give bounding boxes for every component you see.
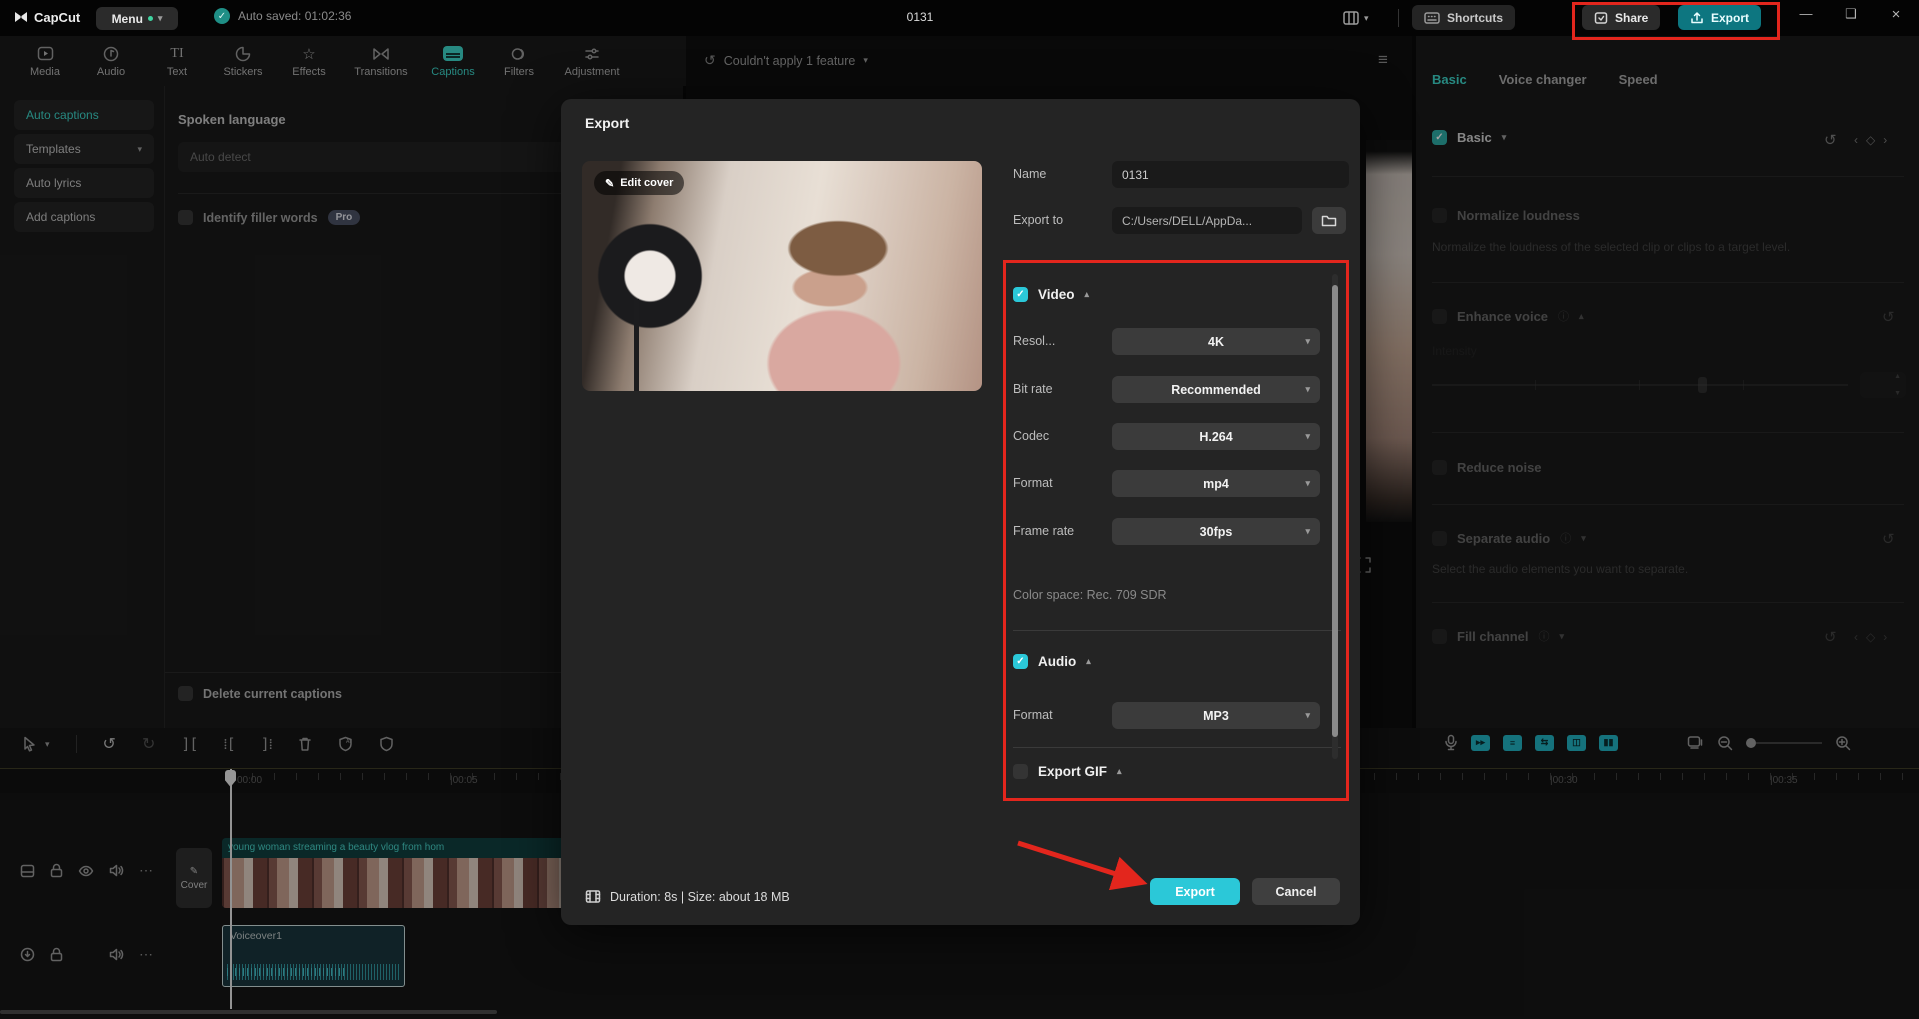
project-title: 0131 <box>906 10 934 24</box>
export-gif-label: Export GIF <box>1038 764 1108 779</box>
audio-section-label: Audio <box>1038 654 1077 669</box>
layout-panels-icon[interactable] <box>1342 9 1360 27</box>
chevron-down-icon: ▾ <box>1305 710 1310 720</box>
cancel-button[interactable]: Cancel <box>1252 878 1340 905</box>
autosave-status: ✓ Auto saved: 01:02:36 <box>214 8 351 24</box>
ringlight-stand <box>634 299 639 391</box>
title-bar: CapCut Menu ▾ ✓ Auto saved: 01:02:36 013… <box>0 0 1919 36</box>
bitrate-dropdown[interactable]: Recommended ▾ <box>1112 376 1320 403</box>
codec-label: Codec <box>1013 429 1050 443</box>
format-label: Format <box>1013 476 1053 490</box>
chevron-down-icon: ▾ <box>1305 336 1310 346</box>
browse-folder-button[interactable] <box>1312 207 1346 234</box>
divider <box>1398 9 1399 27</box>
share-button[interactable]: Share <box>1582 5 1661 30</box>
export-gif-checkbox[interactable] <box>1013 764 1028 779</box>
menu-notification-dot <box>147 16 153 21</box>
export-gif-row: Export GIF ▴ <box>1013 764 1122 779</box>
export-label: Export <box>1711 10 1750 25</box>
chevron-down-icon[interactable]: ▾ <box>1364 13 1369 24</box>
duration-size-label: Duration: 8s | Size: about 18 MB <box>610 889 790 904</box>
menu-button[interactable]: Menu ▾ <box>96 7 178 30</box>
export-to-label: Export to <box>1013 213 1064 227</box>
video-section-label: Video <box>1038 287 1075 302</box>
resolution-value: 4K <box>1208 334 1224 349</box>
shortcuts-button[interactable]: Shortcuts <box>1412 5 1516 30</box>
autosave-label: Auto saved: 01:02:36 <box>238 9 352 23</box>
share-label: Share <box>1615 10 1649 25</box>
capcut-window: CapCut Menu ▾ ✓ Auto saved: 01:02:36 013… <box>0 0 1919 1019</box>
framerate-value: 30fps <box>1199 524 1233 539</box>
format-dropdown[interactable]: mp4 ▾ <box>1112 470 1320 497</box>
menu-label: Menu <box>111 11 143 26</box>
maximize-button[interactable]: ❑ <box>1838 6 1864 22</box>
export-button-topbar[interactable]: Export <box>1678 5 1762 30</box>
export-dialog: Export ✎ Edit cover Name Export to ✓ Vid… <box>561 99 1360 925</box>
capcut-logo-icon <box>12 8 30 26</box>
edit-cover-button[interactable]: ✎ Edit cover <box>594 171 685 195</box>
dialog-title: Export <box>585 115 630 131</box>
audio-checkbox[interactable]: ✓ <box>1013 654 1028 669</box>
minimize-button[interactable]: — <box>1793 6 1819 21</box>
export-summary: Duration: 8s | Size: about 18 MB <box>585 889 790 904</box>
audio-format-dropdown[interactable]: MP3 ▾ <box>1112 702 1320 729</box>
pencil-icon: ✎ <box>605 177 615 190</box>
divider <box>1013 630 1341 631</box>
export-icon <box>1690 11 1704 25</box>
autosave-check-icon: ✓ <box>214 8 230 24</box>
keyboard-icon <box>1424 11 1440 25</box>
resolution-label: Resol... <box>1013 334 1056 348</box>
name-label: Name <box>1013 167 1047 181</box>
app-logo-text: CapCut <box>34 10 81 25</box>
divider <box>1013 747 1341 748</box>
codec-value: H.264 <box>1199 429 1233 444</box>
edit-cover-label: Edit cover <box>620 177 674 189</box>
audio-format-value: MP3 <box>1203 708 1229 723</box>
scrollbar-thumb[interactable] <box>1332 285 1338 737</box>
export-confirm-button[interactable]: Export <box>1150 878 1240 905</box>
export-cover-preview: ✎ Edit cover <box>582 161 982 391</box>
chevron-down-icon: ▾ <box>1305 526 1310 536</box>
bitrate-label: Bit rate <box>1013 382 1053 396</box>
export-path-input[interactable] <box>1112 207 1302 234</box>
resolution-dropdown[interactable]: 4K ▾ <box>1112 328 1320 355</box>
dialog-scrollbar[interactable] <box>1332 274 1338 759</box>
format-value: mp4 <box>1203 476 1229 491</box>
video-checkbox[interactable]: ✓ <box>1013 287 1028 302</box>
codec-dropdown[interactable]: H.264 ▾ <box>1112 423 1320 450</box>
share-icon <box>1594 11 1608 25</box>
framerate-dropdown[interactable]: 30fps ▾ <box>1112 518 1320 545</box>
folder-icon <box>1321 214 1337 227</box>
video-section-header: ✓ Video ▴ <box>1013 287 1089 302</box>
bitrate-value: Recommended <box>1171 382 1261 397</box>
chevron-up-icon[interactable]: ▴ <box>1117 766 1122 777</box>
chevron-up-icon[interactable]: ▴ <box>1086 656 1091 667</box>
audio-section-header: ✓ Audio ▴ <box>1013 654 1091 669</box>
chevron-down-icon: ▾ <box>1305 431 1310 441</box>
chevron-down-icon: ▾ <box>1305 384 1310 394</box>
chevron-up-icon[interactable]: ▴ <box>1085 289 1090 300</box>
chevron-down-icon: ▾ <box>1305 478 1310 488</box>
framerate-label: Frame rate <box>1013 524 1075 538</box>
close-button[interactable]: × <box>1883 6 1909 23</box>
shortcuts-label: Shortcuts <box>1447 10 1504 25</box>
audio-format-label: Format <box>1013 708 1053 722</box>
name-input[interactable] <box>1112 161 1349 188</box>
color-space-info: Color space: Rec. 709 SDR <box>1013 588 1167 602</box>
film-icon <box>585 889 601 904</box>
chevron-down-icon: ▾ <box>157 13 163 23</box>
